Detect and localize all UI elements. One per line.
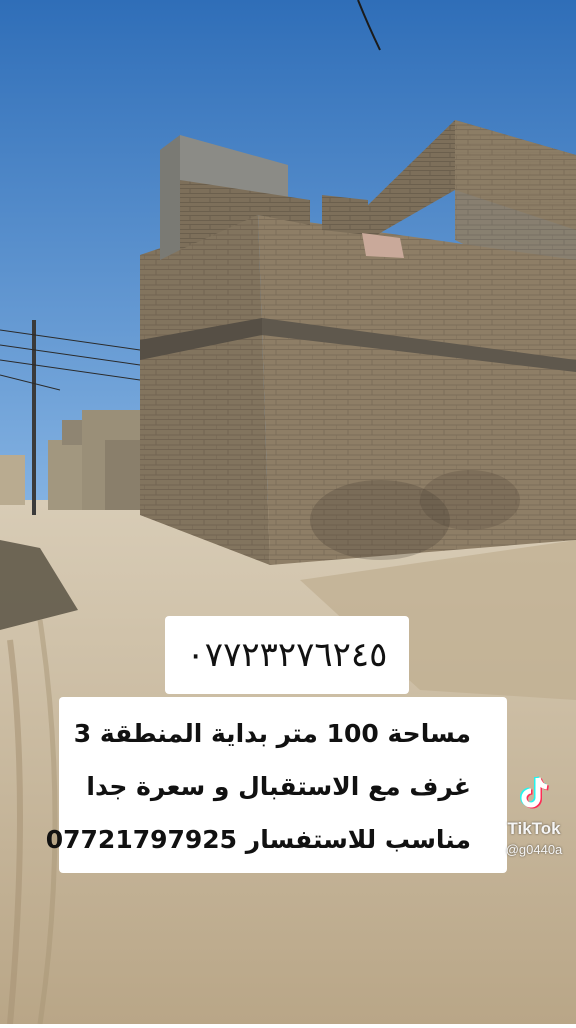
listing-caption-box: مساحة 100 متر بداية المنطقة 3 غرف مع الا… — [45, 697, 507, 873]
caption-line-contact: مناسب للاستفسار 07721797925 — [45, 825, 471, 854]
phone-number-caption: ٠٧٧٢٣٢٧٦٢٤٥ — [165, 616, 409, 694]
phone-number-text: ٠٧٧٢٣٢٧٦٢٤٥ — [186, 635, 388, 675]
tiktok-label: TikTok — [507, 819, 561, 838]
tiktok-logo-icon — [520, 776, 550, 809]
caption-line-area: مساحة 100 متر بداية المنطقة 3 — [73, 719, 471, 748]
tiktok-handle: @g0440a — [505, 842, 563, 857]
caption-line-rooms: غرف مع الاستقبال و سعرة جدا — [86, 772, 471, 801]
tiktok-watermark: TikTok @g0440a — [492, 772, 576, 857]
